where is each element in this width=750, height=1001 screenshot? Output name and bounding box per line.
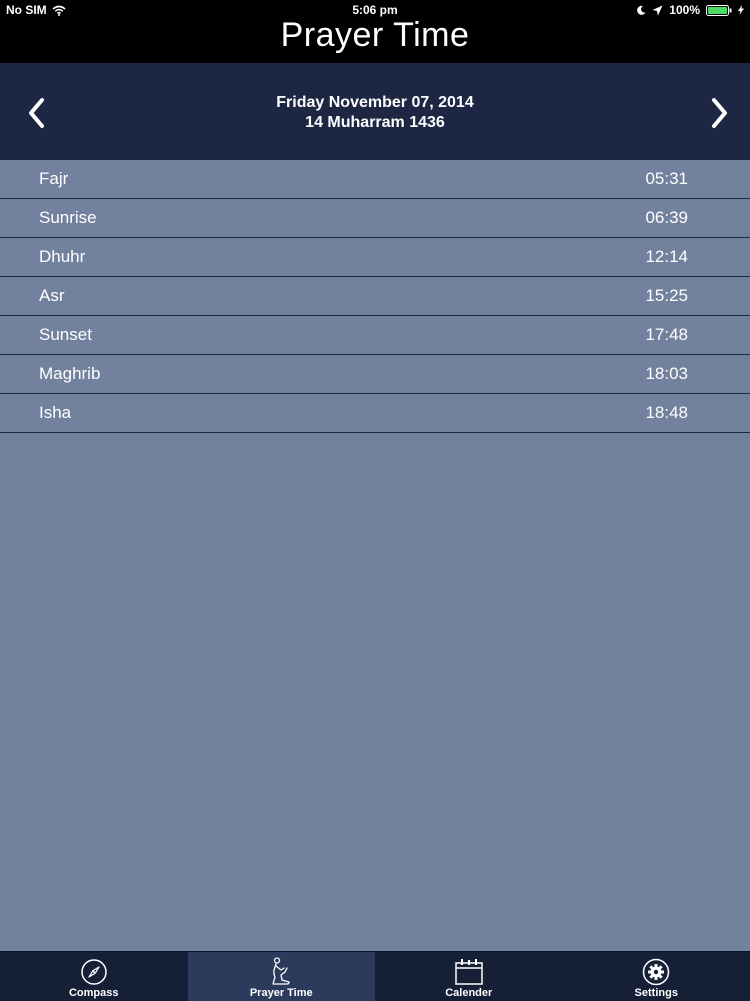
prayer-name: Asr [39,277,65,315]
tab-prayer-time[interactable]: Prayer Time [188,952,376,1001]
prayer-icon [266,958,296,986]
title-bar: Prayer Time [0,20,750,63]
charging-bolt-icon [738,5,744,15]
prayer-name: Isha [39,394,71,432]
tab-label: Settings [563,986,750,1000]
prayer-row-asr[interactable]: Asr 15:25 [0,277,750,316]
tab-label: Calender [375,986,563,1000]
prayer-row-sunrise[interactable]: Sunrise 06:39 [0,199,750,238]
status-right: 100% [637,0,744,20]
prayer-time: 17:48 [645,316,688,354]
gear-icon [641,958,671,986]
prayer-row-dhuhr[interactable]: Dhuhr 12:14 [0,238,750,277]
battery-percentage: 100% [669,0,700,20]
prayer-name: Maghrib [39,355,100,393]
battery-icon [706,5,732,16]
tab-calender[interactable]: Calender [375,952,563,1001]
date-display: Friday November 07, 2014 14 Muharram 143… [0,93,750,133]
prayer-name: Sunset [39,316,92,354]
location-arrow-icon [652,5,663,16]
prayer-name: Fajr [39,160,68,198]
tab-compass[interactable]: Compass [0,952,188,1001]
compass-icon [79,958,109,986]
date-header: Friday November 07, 2014 14 Muharram 143… [0,63,750,160]
moon-icon [637,5,646,15]
prayer-row-fajr[interactable]: Fajr 05:31 [0,160,750,199]
tab-bar: Compass Prayer Time Calender [0,951,750,1001]
next-day-button[interactable] [700,93,740,133]
page-title: Prayer Time [0,20,750,50]
calendar-icon [454,958,484,986]
tab-settings[interactable]: Settings [563,952,750,1001]
prayer-row-maghrib[interactable]: Maghrib 18:03 [0,355,750,394]
prayer-time: 15:25 [645,277,688,315]
prayer-time: 18:48 [645,394,688,432]
prayer-time: 05:31 [645,160,688,198]
prayer-name: Dhuhr [39,238,85,276]
prayer-name: Sunrise [39,199,97,237]
hijri-date: 14 Muharram 1436 [0,113,750,133]
prayer-time: 12:14 [645,238,688,276]
chevron-right-icon [710,97,730,129]
tab-label: Prayer Time [188,986,376,1000]
prayer-time: 18:03 [645,355,688,393]
prayer-row-isha[interactable]: Isha 18:48 [0,394,750,433]
prayer-row-sunset[interactable]: Sunset 17:48 [0,316,750,355]
gregorian-date: Friday November 07, 2014 [0,93,750,113]
prayer-time: 06:39 [645,199,688,237]
prayer-times-list: Fajr 05:31 Sunrise 06:39 Dhuhr 12:14 Asr… [0,160,750,433]
tab-label: Compass [0,986,188,1000]
